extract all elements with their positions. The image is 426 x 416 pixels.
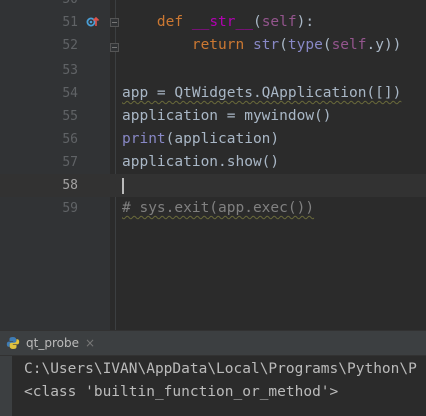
line-number: 56 xyxy=(62,132,78,147)
line-code[interactable]: # sys.exit(app.exec()) xyxy=(122,197,314,220)
line-code[interactable]: return str(type(self.y)) xyxy=(122,34,402,57)
run-tab[interactable]: qt_probe × xyxy=(0,331,103,355)
line-number: 51 xyxy=(62,15,78,30)
line-code[interactable]: app = QtWidgets.QApplication([]) xyxy=(122,82,401,105)
override-icon[interactable] xyxy=(86,15,100,29)
line-number: 50 xyxy=(44,0,78,11)
code-line[interactable]: 52 return str(type(self.y)) xyxy=(0,34,426,57)
line-number: 52 xyxy=(62,38,78,53)
line-number: 53 xyxy=(62,63,78,78)
current-code-line[interactable]: 58 xyxy=(0,174,426,197)
run-tab-bar: qt_probe × xyxy=(0,331,426,356)
run-tool-window: qt_probe × C:\Users\IVAN\AppData\Local\P… xyxy=(0,330,426,416)
run-toolbar-strip xyxy=(0,356,12,416)
line-number: 55 xyxy=(62,109,78,124)
line-code[interactable]: application.show() xyxy=(122,151,279,174)
line-code[interactable]: print(application) xyxy=(122,128,279,151)
fold-icon[interactable] xyxy=(110,43,119,52)
line-code[interactable]: def __str__(self): xyxy=(122,11,314,34)
console-output-line: C:\Users\IVAN\AppData\Local\Programs\Pyt… xyxy=(24,361,417,377)
code-line[interactable]: 50 xyxy=(0,0,426,11)
run-tab-label: qt_probe xyxy=(26,336,79,350)
line-number: 57 xyxy=(62,155,78,170)
code-line[interactable]: 51 def __str__(self): xyxy=(0,11,426,34)
code-line[interactable]: 59 # sys.exit(app.exec()) xyxy=(0,197,426,220)
code-editor[interactable]: 50 51 def __str__(self): 52 return str(t… xyxy=(0,0,426,330)
code-line[interactable]: 55 application = mywindow() xyxy=(0,105,426,128)
line-code[interactable]: application = mywindow() xyxy=(122,105,332,128)
line-number: 59 xyxy=(62,201,78,216)
fold-icon[interactable] xyxy=(110,18,119,27)
code-line[interactable]: 56 print(application) xyxy=(0,128,426,151)
text-caret xyxy=(122,178,124,194)
line-number: 58 xyxy=(62,178,78,193)
python-icon xyxy=(6,337,20,349)
code-line[interactable]: 54 app = QtWidgets.QApplication([]) xyxy=(0,82,426,105)
code-line[interactable]: 53 xyxy=(0,59,426,82)
console-output-line: <class 'builtin_function_or_method'> xyxy=(24,384,339,400)
close-icon[interactable]: × xyxy=(85,336,95,350)
line-number: 54 xyxy=(62,86,78,101)
code-line[interactable]: 57 application.show() xyxy=(0,151,426,174)
